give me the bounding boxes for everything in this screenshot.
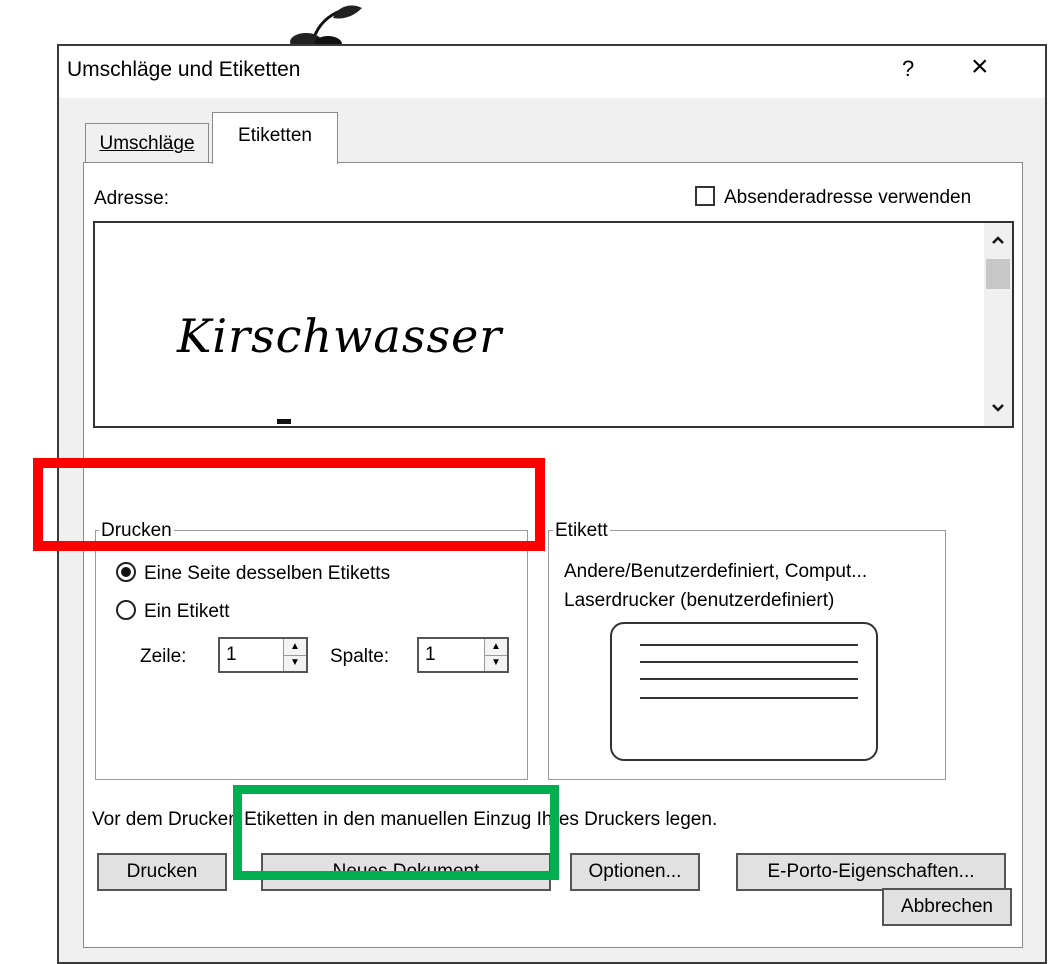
column-down-icon[interactable]: ▼ — [485, 655, 507, 671]
highlight-green-box — [233, 785, 559, 880]
tab-etiketten-label: Etiketten — [238, 125, 312, 146]
print-button[interactable]: Drucken — [97, 853, 227, 891]
label-group-title: Etikett — [553, 520, 610, 542]
use-return-address-label[interactable]: Absenderadresse verwenden — [724, 187, 971, 209]
row-spin-buttons: ▲ ▼ — [283, 639, 306, 671]
eporto-button-label: E-Porto-Eigenschaften... — [767, 861, 975, 882]
row-up-icon[interactable]: ▲ — [284, 639, 306, 656]
highlight-red-box — [33, 458, 545, 551]
tab-umschlaege-label: Umschläge — [99, 133, 195, 154]
text-fragment — [277, 419, 291, 424]
radio-full-page-dot — [121, 567, 131, 577]
eporto-button[interactable]: E-Porto-Eigenschaften... — [736, 853, 1006, 891]
row-label: Zeile: — [140, 646, 187, 667]
radio-full-page-label[interactable]: Eine Seite desselben Etiketts — [144, 563, 390, 585]
dialog-title: Umschläge und Etiketten — [67, 58, 301, 81]
use-return-address-checkbox[interactable] — [695, 186, 715, 206]
address-text: Kirschwasser — [177, 309, 503, 363]
label-product-line2[interactable]: Laserdrucker (benutzerdefiniert) — [564, 590, 834, 612]
address-label: Adresse: — [94, 188, 169, 209]
column-spin-buttons: ▲ ▼ — [484, 639, 507, 671]
address-scrollbar[interactable] — [984, 223, 1012, 426]
preview-line — [640, 644, 858, 646]
options-button-label: Optionen... — [588, 861, 682, 882]
preview-line — [640, 697, 858, 699]
title-bar: Umschläge und Etiketten ? × — [59, 46, 1045, 98]
tab-etiketten[interactable]: Etiketten — [212, 112, 338, 164]
cancel-button-label: Abbrechen — [901, 896, 993, 917]
column-value: 1 — [425, 644, 436, 665]
column-up-icon[interactable]: ▲ — [485, 639, 507, 656]
label-preview-icon[interactable] — [610, 622, 878, 761]
tab-umschlaege[interactable]: Umschläge — [85, 123, 209, 163]
row-down-icon[interactable]: ▼ — [284, 655, 306, 671]
radio-full-page[interactable] — [116, 562, 136, 582]
radio-single-label-label[interactable]: Ein Etikett — [144, 601, 230, 623]
scroll-up-icon[interactable] — [991, 235, 1005, 245]
column-label: Spalte: — [330, 646, 390, 667]
radio-single-label[interactable] — [116, 600, 136, 620]
cherry-icon — [290, 5, 362, 48]
print-button-label: Drucken — [126, 861, 198, 882]
column-spinner[interactable]: 1 ▲ ▼ — [417, 637, 509, 673]
address-textarea[interactable]: Kirschwasser — [93, 221, 1014, 428]
preview-line — [640, 661, 858, 663]
scroll-down-icon[interactable] — [991, 403, 1005, 413]
scroll-thumb[interactable] — [986, 259, 1010, 289]
close-button[interactable]: × — [971, 50, 989, 84]
options-button[interactable]: Optionen... — [570, 853, 700, 891]
label-product-line1[interactable]: Andere/Benutzerdefiniert, Comput... — [564, 561, 867, 583]
help-button[interactable]: ? — [902, 56, 914, 82]
cancel-button[interactable]: Abbrechen — [882, 888, 1012, 926]
row-spinner[interactable]: 1 ▲ ▼ — [218, 637, 308, 673]
row-value: 1 — [226, 644, 237, 665]
preview-line — [640, 678, 858, 680]
